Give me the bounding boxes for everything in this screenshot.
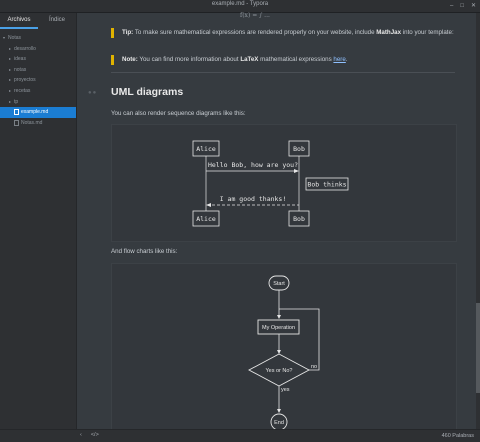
tip-blockquote: Tip: To make sure mathematical expressio… — [111, 28, 464, 38]
note-label: Note: — [122, 56, 138, 63]
note-blockquote: Note: You can find more information abou… — [111, 55, 464, 65]
note-bob-thinks-label: Bob thinks — [307, 181, 346, 189]
tree-item-label: desarrollo — [14, 45, 36, 52]
close-button[interactable]: ✕ — [471, 2, 476, 10]
sequence-diagram[interactable]: Alice Bob Hello Bob, how are you? Bob th… — [111, 124, 457, 242]
para-sequence: You can also render sequence diagrams li… — [111, 110, 246, 117]
flow-yes-label: yes — [281, 387, 290, 393]
message-2-label: I am good thanks! — [220, 195, 287, 203]
actor-bob-top-label: Bob — [293, 145, 305, 153]
tree-file[interactable]: Notas.md — [0, 118, 76, 129]
actor-bob-bottom-label: Bob — [293, 215, 305, 223]
tab-files[interactable]: Archivos — [0, 13, 38, 29]
tree-folder[interactable]: ▸ proyectos — [0, 75, 76, 86]
heading-handle-icon[interactable]: ●● — [88, 90, 97, 96]
tip-text-b: into your template: — [401, 29, 454, 36]
formula-fragment: f(x) = ∫ ... — [240, 12, 270, 19]
tree-folder[interactable]: ▾ Notas — [0, 33, 76, 44]
tab-outline[interactable]: Índice — [38, 13, 76, 29]
file-sidebar: Archivos Índice ▾ Notas ▸ desarrollo ▸ ideas ▸… — [0, 13, 77, 430]
flowchart-diagram[interactable]: Start My Operation Yes or No? no yes End — [111, 263, 457, 432]
tree-file[interactable]: example.md — [0, 107, 76, 118]
tree-item-label: recetas — [14, 87, 31, 94]
here-link[interactable]: here — [333, 56, 345, 63]
tree-folder[interactable]: ▸ notas — [0, 65, 76, 76]
tip-bold: MathJax — [376, 29, 402, 36]
scrollbar-thumb[interactable] — [476, 303, 480, 393]
minimize-button[interactable]: – — [450, 2, 453, 10]
tree-folder[interactable]: ▸ ideas — [0, 54, 76, 65]
tree-folder[interactable]: ▸ recetas — [0, 86, 76, 97]
tree-folder[interactable]: ▸ tp — [0, 97, 76, 108]
tree-item-label: notas — [14, 66, 27, 73]
flow-end-label: End — [274, 420, 284, 426]
sidebar-tabs: Archivos Índice — [0, 13, 76, 29]
tip-label: Tip: — [122, 29, 134, 36]
note-text-b: mathematical expressions — [258, 56, 334, 63]
source-mode-button[interactable]: </> — [91, 432, 99, 438]
tree-item-label: example.md — [21, 109, 49, 116]
note-text-a: You can find more information about — [137, 56, 241, 63]
window-title: example.md - Typora — [211, 1, 269, 7]
tree-item-label: proyectos — [14, 77, 36, 84]
flow-start-label: Start — [273, 281, 285, 287]
status-bar: ‹ </> 460 Palabras — [0, 429, 480, 442]
para-flow: And flow charts like this: — [111, 248, 178, 255]
document-icon — [14, 120, 19, 127]
actor-alice-top-label: Alice — [196, 145, 216, 153]
vertical-scrollbar[interactable] — [476, 13, 480, 430]
tip-text-a: To make sure mathematical expressions ar… — [133, 29, 377, 36]
sequence-svg: Alice Bob Hello Bob, how are you? Bob th… — [192, 140, 349, 227]
flowchart-svg: Start My Operation Yes or No? no yes End — [248, 275, 320, 431]
flow-operation-label: My Operation — [262, 325, 295, 331]
heading-uml: UML diagrams — [111, 86, 184, 98]
document-icon — [14, 109, 19, 116]
word-count[interactable]: 460 Palabras — [442, 433, 474, 439]
tree-folder[interactable]: ▸ desarrollo — [0, 44, 76, 55]
message-1-label: Hello Bob, how are you? — [208, 161, 298, 169]
tree-item-label: ideas — [14, 56, 26, 63]
note-bold: LaTeX — [240, 56, 259, 63]
tree-item-label: tp — [14, 98, 19, 105]
toggle-sidebar-button[interactable]: ‹ — [80, 432, 82, 438]
note-text-c: . — [345, 56, 348, 63]
flow-no-label: no — [311, 364, 317, 370]
flow-condition-label: Yes or No? — [265, 368, 292, 374]
window-controls: – □ ✕ — [450, 2, 476, 10]
divider — [111, 72, 455, 73]
file-tree: ▾ Notas ▸ desarrollo ▸ ideas ▸ notas ▸ proyectos ▸… — [0, 33, 76, 128]
tree-item-label: Notas.md — [21, 119, 43, 126]
actor-alice-bottom-label: Alice — [196, 215, 216, 223]
maximize-button[interactable]: □ — [460, 2, 464, 10]
tree-item-label: Notas — [8, 35, 22, 41]
